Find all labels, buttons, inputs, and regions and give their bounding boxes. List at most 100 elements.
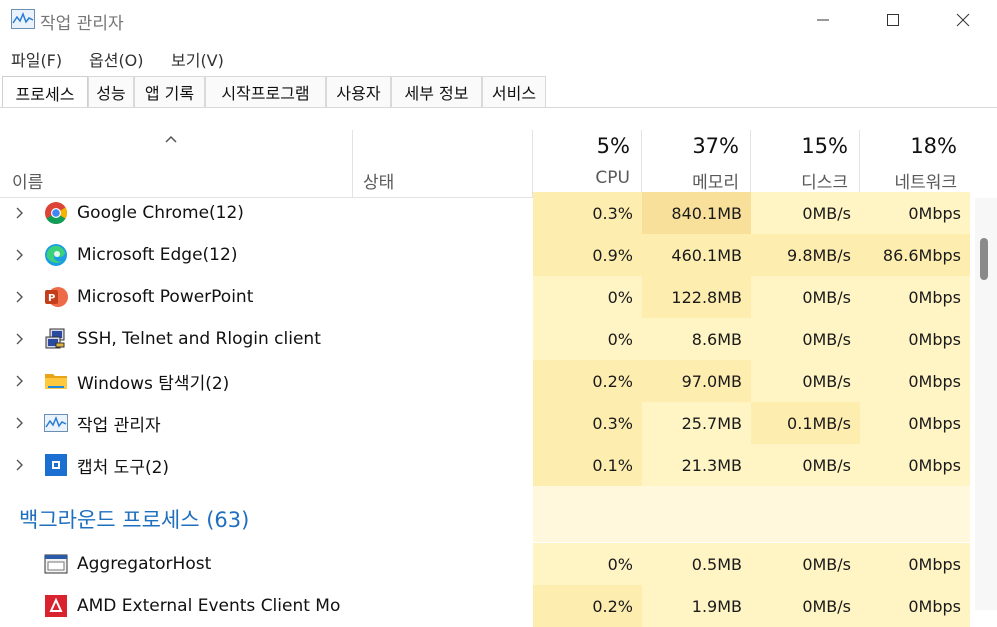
memory-cell: 25.7MB: [642, 402, 751, 444]
minimize-button[interactable]: [800, 0, 846, 40]
task-manager-icon: [11, 9, 35, 29]
memory-cell: 21.3MB: [642, 444, 751, 486]
chevron-right-icon[interactable]: [13, 206, 25, 220]
memory-cell: 840.1MB: [642, 192, 751, 234]
cpu-cell: 0.3%: [533, 192, 642, 234]
cpu-cell: 0.2%: [533, 360, 642, 402]
header-memory[interactable]: 메모리: [642, 168, 739, 193]
svg-text:P: P: [48, 293, 55, 304]
disk-cell: 0MB/s: [751, 318, 860, 360]
disk-cell: 0MB/s: [751, 192, 860, 234]
memory-cell: 8.6MB: [642, 318, 751, 360]
network-cell: 0Mbps: [860, 444, 970, 486]
network-cell: 86.6Mbps: [860, 234, 970, 276]
header-cpu[interactable]: CPU: [533, 168, 630, 188]
header-status[interactable]: 상태: [363, 168, 394, 193]
header-disk-percent[interactable]: 15%: [751, 134, 848, 158]
tab-app-history[interactable]: 앱 기록: [134, 76, 205, 107]
disk-cell: 0MB/s: [751, 585, 860, 627]
maximize-button[interactable]: [870, 0, 916, 40]
process-name: 작업 관리자: [77, 415, 161, 436]
chevron-right-icon[interactable]: [13, 290, 25, 304]
amd-icon: [45, 595, 67, 617]
tab-users[interactable]: 사용자: [326, 76, 391, 107]
process-row[interactable]: AggregatorHost 0% 0.5MB 0MB/s 0Mbps: [0, 543, 970, 585]
process-row[interactable]: SSH, Telnet and Rlogin client 0% 8.6MB 0…: [0, 318, 970, 360]
memory-cell: 122.8MB: [642, 276, 751, 318]
memory-cell: 1.9MB: [642, 585, 751, 627]
tab-details[interactable]: 세부 정보: [391, 76, 482, 107]
chevron-right-icon[interactable]: [13, 332, 25, 346]
snipping-tool-icon: [45, 454, 67, 476]
process-name: Google Chrome(12): [77, 203, 244, 223]
disk-cell: 0MB/s: [751, 543, 860, 585]
memory-cell: 0.5MB: [642, 543, 751, 585]
network-cell: 0Mbps: [860, 360, 970, 402]
task-manager-icon: [44, 414, 68, 432]
header-name[interactable]: 이름: [12, 168, 43, 193]
heat-background: [533, 486, 970, 542]
disk-cell: 0MB/s: [751, 444, 860, 486]
ssh-client-icon: [45, 328, 65, 349]
folder-icon: [45, 374, 67, 389]
tab-performance[interactable]: 성능: [88, 76, 134, 107]
process-name: 캡처 도구(2): [77, 457, 170, 478]
chevron-right-icon[interactable]: [13, 248, 25, 262]
disk-cell: 9.8MB/s: [751, 234, 860, 276]
close-button[interactable]: [940, 0, 986, 40]
tab-services[interactable]: 서비스: [482, 76, 546, 107]
tab-bar: 프로세스 성능 앱 기록 시작프로그램 사용자 세부 정보 서비스: [0, 76, 997, 108]
tab-divider: [0, 107, 997, 108]
scrollbar-thumb[interactable]: [980, 238, 988, 280]
network-cell: 0Mbps: [860, 192, 970, 234]
header-network-percent[interactable]: 18%: [860, 134, 957, 158]
column-header: 이름 상태 5% CPU 37% 메모리 15% 디스크 18% 네트워크: [0, 130, 970, 198]
process-row[interactable]: Windows 탐색기(2) 0.2% 97.0MB 0MB/s 0Mbps: [0, 360, 970, 402]
memory-cell: 97.0MB: [642, 360, 751, 402]
disk-cell: 0MB/s: [751, 276, 860, 318]
chevron-right-icon[interactable]: [13, 458, 25, 472]
process-row[interactable]: 작업 관리자 0.3% 25.7MB 0.1MB/s 0Mbps: [0, 402, 970, 444]
edge-icon: [45, 244, 67, 266]
cpu-cell: 0.3%: [533, 402, 642, 444]
process-name: AMD External Events Client Mo: [77, 596, 341, 616]
column-divider[interactable]: [352, 130, 353, 197]
process-row[interactable]: P Microsoft PowerPoint 0% 122.8MB 0MB/s …: [0, 276, 970, 318]
process-row[interactable]: Microsoft Edge(12) 0.9% 460.1MB 9.8MB/s …: [0, 234, 970, 276]
header-network[interactable]: 네트워크: [860, 168, 957, 193]
app-window-icon: [44, 554, 68, 574]
process-list: Google Chrome(12) 0.3% 840.1MB 0MB/s 0Mb…: [0, 192, 970, 627]
tab-startup[interactable]: 시작프로그램: [205, 76, 326, 107]
title-bar: 작업 관리자: [0, 0, 997, 40]
powerpoint-icon: P: [45, 287, 68, 307]
network-cell: 0Mbps: [860, 402, 970, 444]
chevron-right-icon[interactable]: [13, 416, 25, 430]
network-cell: 0Mbps: [860, 585, 970, 627]
window-title: 작업 관리자: [40, 14, 124, 34]
header-memory-percent[interactable]: 37%: [642, 134, 739, 158]
menu-bar: 파일(F) 옵션(O) 보기(V): [0, 44, 997, 72]
sort-ascending-icon[interactable]: [163, 134, 179, 144]
network-cell: 0Mbps: [860, 276, 970, 318]
network-cell: 0Mbps: [860, 318, 970, 360]
disk-cell: 0MB/s: [751, 360, 860, 402]
cpu-cell: 0%: [533, 543, 642, 585]
menu-view[interactable]: 보기(V): [171, 47, 224, 71]
disk-cell: 0.1MB/s: [751, 402, 860, 444]
process-row[interactable]: 캡처 도구(2) 0.1% 21.3MB 0MB/s 0Mbps: [0, 444, 970, 486]
menu-options[interactable]: 옵션(O): [89, 47, 144, 71]
cpu-cell: 0.2%: [533, 585, 642, 627]
tab-processes[interactable]: 프로세스: [2, 76, 88, 108]
process-name: Microsoft PowerPoint: [77, 287, 254, 307]
vertical-scrollbar[interactable]: [975, 198, 997, 610]
process-row[interactable]: AMD External Events Client Mo 0.2% 1.9MB…: [0, 585, 970, 627]
chrome-icon: [45, 202, 67, 224]
chevron-right-icon[interactable]: [13, 374, 25, 388]
header-disk[interactable]: 디스크: [751, 168, 848, 193]
process-row[interactable]: Google Chrome(12) 0.3% 840.1MB 0MB/s 0Mb…: [0, 192, 970, 234]
memory-cell: 460.1MB: [642, 234, 751, 276]
menu-file[interactable]: 파일(F): [11, 47, 62, 71]
header-cpu-percent[interactable]: 5%: [533, 134, 630, 158]
cpu-cell: 0%: [533, 276, 642, 318]
process-name: Microsoft Edge(12): [77, 245, 238, 265]
